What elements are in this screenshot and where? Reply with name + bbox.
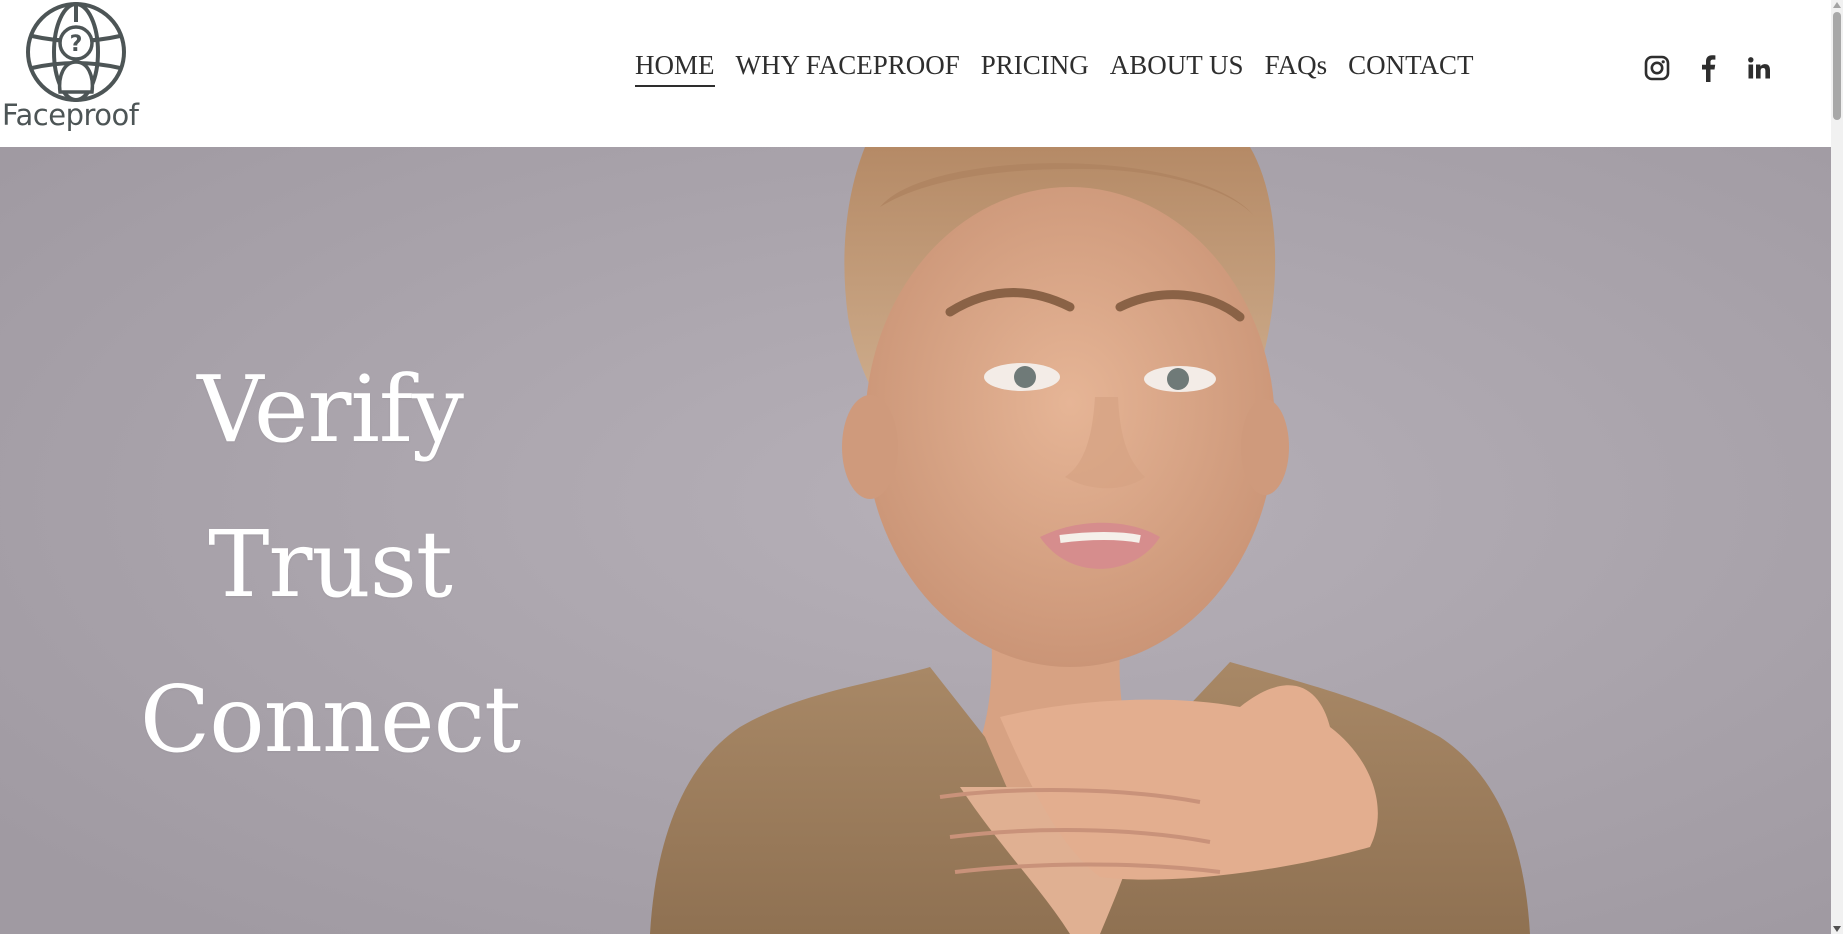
scroll-down-arrow-icon[interactable] (1833, 926, 1841, 932)
scroll-thumb[interactable] (1833, 12, 1841, 120)
main-nav: HOME WHY FACEPROOF PRICING ABOUT US FAQs… (635, 48, 1494, 88)
social-links (1643, 52, 1796, 84)
hero-word-trust: Trust (208, 511, 453, 618)
linkedin-icon[interactable] (1745, 54, 1773, 82)
page-scrollbar[interactable] (1831, 0, 1843, 934)
hero-word-connect: Connect (139, 666, 521, 773)
scroll-up-arrow-icon[interactable] (1833, 2, 1841, 8)
nav-item-home[interactable]: HOME (635, 50, 715, 87)
page-viewport: ? Faceproof HOME WHY FACEPROOF PRICING A… (0, 0, 1831, 934)
hero-section: Verify Trust Connect (0, 147, 1831, 934)
hero-word-verify: Verify (197, 356, 464, 463)
instagram-icon[interactable] (1643, 54, 1671, 82)
nav-item-why-faceproof[interactable]: WHY FACEPROOF (736, 50, 960, 87)
facebook-icon[interactable] (1694, 54, 1722, 82)
site-logo-link[interactable]: ? Faceproof (0, 0, 155, 140)
nav-item-pricing[interactable]: PRICING (981, 50, 1089, 87)
globe-question-face-icon: ? (26, 2, 126, 102)
logo-wordmark: Faceproof (2, 98, 139, 132)
nav-item-contact[interactable]: CONTACT (1348, 50, 1473, 87)
nav-item-about-us[interactable]: ABOUT US (1110, 50, 1244, 87)
svg-text:?: ? (70, 32, 83, 57)
nav-item-faqs[interactable]: FAQs (1265, 50, 1328, 87)
hero-headline: Verify Trust Connect (110, 332, 550, 797)
site-header: ? Faceproof HOME WHY FACEPROOF PRICING A… (0, 0, 1831, 147)
